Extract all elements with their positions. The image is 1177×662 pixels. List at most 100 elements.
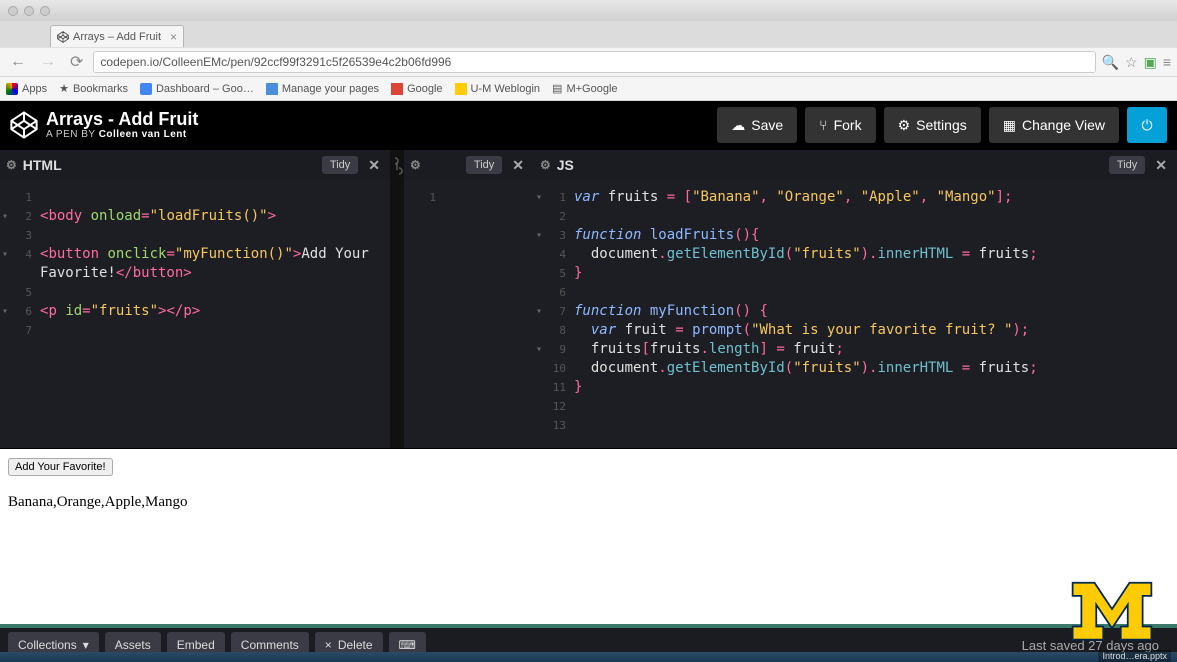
bookmark-label: Bookmarks <box>73 83 128 95</box>
pen-byline: A PEN BY Colleen van Lent <box>46 129 198 140</box>
output-frame: Add Your Favorite! Banana,Orange,Apple,M… <box>0 449 1177 624</box>
button-label: Change View <box>1022 117 1105 133</box>
js-code[interactable]: var fruits = ["Banana", "Orange", "Apple… <box>574 180 1044 448</box>
settings-button[interactable]: ⚙ Settings <box>884 107 981 143</box>
g-icon <box>140 83 152 95</box>
mac-titlebar <box>0 0 1177 21</box>
taskbar-file-label[interactable]: Introd…era.pptx <box>1098 650 1171 662</box>
browser-tab-title: Arrays – Add Fruit <box>73 31 161 43</box>
michigan-logo-icon <box>1067 574 1157 644</box>
mac-max-dot[interactable] <box>40 6 50 16</box>
apps-icon <box>6 83 18 95</box>
pane-close-icon[interactable]: ✕ <box>1151 157 1171 174</box>
bookmark-bookmarks[interactable]: ★ Bookmarks <box>59 82 128 95</box>
codepen-header: Arrays - Add Fruit A PEN BY Colleen van … <box>0 101 1177 149</box>
x-icon: × <box>325 638 332 652</box>
nav-forward-icon[interactable]: → <box>36 53 60 71</box>
cloud-icon: ☁ <box>731 117 745 134</box>
shield-icon[interactable]: ▣ <box>1144 54 1157 71</box>
bookmark-dashboard[interactable]: Dashboard – Goo… <box>140 83 254 95</box>
bookmark-apps[interactable]: Apps <box>6 83 47 95</box>
js-pane-header: ⚙ JS Tidy ✕ <box>534 150 1177 180</box>
bookmark-label: Dashboard – Goo… <box>156 83 254 95</box>
pen-author[interactable]: Colleen van Lent <box>99 129 187 140</box>
bookmarks-bar: Apps ★ Bookmarks Dashboard – Goo… Manage … <box>0 77 1177 101</box>
browser-tab-strip: Arrays – Add Fruit × <box>0 21 1177 47</box>
tidy-button[interactable]: Tidy <box>322 156 358 174</box>
link-icon <box>391 156 403 176</box>
menu-icon[interactable]: ≡ <box>1163 54 1171 70</box>
button-label: Settings <box>916 117 967 133</box>
bookmark-label: M+Google <box>566 83 617 95</box>
tab-close-icon[interactable]: × <box>170 30 177 44</box>
resize-handle[interactable] <box>390 150 404 448</box>
editor-row: ⚙ HTML Tidy ✕ 1 ▾2 3 ▾4 5 ▾6 7 <body onl… <box>0 149 1177 449</box>
um-icon <box>455 83 467 95</box>
nav-back-icon[interactable]: ← <box>6 53 30 71</box>
pane-title: JS <box>557 157 574 173</box>
url-text: codepen.io/ColleenEMc/pen/92ccf99f3291c5… <box>100 55 451 69</box>
codepen-logo-icon[interactable] <box>10 111 38 139</box>
bookmark-umweb[interactable]: U-M Weblogin <box>455 83 541 95</box>
bookmark-label: Apps <box>22 83 47 95</box>
css-code[interactable] <box>444 180 450 448</box>
page-icon <box>266 83 278 95</box>
pane-close-icon[interactable]: ✕ <box>508 157 528 174</box>
bookmark-label: Google <box>407 83 442 95</box>
keyboard-icon: ⌨ <box>399 638 416 652</box>
gutter: 1 ▾2 3 ▾4 5 ▾6 7 <box>0 180 40 448</box>
bookmark-star-icon[interactable]: ☆ <box>1125 54 1138 71</box>
change-view-button[interactable]: ▦ Change View <box>989 107 1119 143</box>
star-icon: ★ <box>59 82 69 95</box>
gutter: ▾1 2 ▾3 4 5 6 ▾7 8 ▾9 10 11 12 13 <box>534 180 574 448</box>
doc-icon: ▤ <box>552 82 562 95</box>
pane-gear-icon[interactable]: ⚙ <box>6 158 17 172</box>
chevron-down-icon: ▾ <box>83 638 89 652</box>
css-pane: ⚙ Tidy ✕ 1 <box>404 150 534 448</box>
html-code[interactable]: <body onload="loadFruits()"> <button onc… <box>40 180 375 448</box>
pane-gear-icon[interactable]: ⚙ <box>540 158 551 172</box>
power-button[interactable]: ⏻ <box>1127 107 1167 143</box>
codepen-favicon-icon <box>57 31 69 43</box>
zoom-icon[interactable]: 🔍 <box>1102 54 1119 71</box>
browser-tab[interactable]: Arrays – Add Fruit × <box>50 25 184 47</box>
power-icon: ⏻ <box>1141 117 1152 134</box>
bookmark-label: Manage your pages <box>282 83 379 95</box>
css-editor[interactable]: 1 <box>404 180 534 448</box>
pane-close-icon[interactable]: ✕ <box>364 157 384 174</box>
pen-title-block: Arrays - Add Fruit A PEN BY Colleen van … <box>46 110 198 141</box>
bookmark-google[interactable]: Google <box>391 83 442 95</box>
fork-button[interactable]: ⑂ Fork <box>805 107 875 143</box>
mac-min-dot[interactable] <box>24 6 34 16</box>
add-favorite-button[interactable]: Add Your Favorite! <box>8 458 113 476</box>
fork-icon: ⑂ <box>819 117 827 133</box>
html-pane-header: ⚙ HTML Tidy ✕ <box>0 150 390 180</box>
mac-close-dot[interactable] <box>8 6 18 16</box>
layout-icon: ▦ <box>1003 117 1016 134</box>
save-button[interactable]: ☁ Save <box>717 107 797 143</box>
url-field[interactable]: codepen.io/ColleenEMc/pen/92ccf99f3291c5… <box>93 51 1095 73</box>
bookmark-manage[interactable]: Manage your pages <box>266 83 379 95</box>
js-editor[interactable]: ▾1 2 ▾3 4 5 6 ▾7 8 ▾9 10 11 12 13 var fr… <box>534 180 1177 448</box>
nav-reload-icon[interactable]: ⟳ <box>66 52 87 72</box>
tidy-button[interactable]: Tidy <box>466 156 502 174</box>
pen-title: Arrays - Add Fruit <box>46 110 198 130</box>
tidy-button[interactable]: Tidy <box>1109 156 1145 174</box>
css-pane-header: ⚙ Tidy ✕ <box>404 150 534 180</box>
button-label: Collections <box>18 638 77 652</box>
codepen-app: Arrays - Add Fruit A PEN BY Colleen van … <box>0 101 1177 662</box>
button-label: Save <box>751 117 783 133</box>
gutter: 1 <box>404 180 444 448</box>
button-label: Fork <box>834 117 862 133</box>
gear-icon: ⚙ <box>898 117 911 134</box>
google-icon <box>391 83 403 95</box>
os-taskbar <box>0 652 1177 662</box>
button-label: Delete <box>338 638 373 652</box>
browser-toolbar: ← → ⟳ codepen.io/ColleenEMc/pen/92ccf99f… <box>0 47 1177 77</box>
bookmark-mgoogle[interactable]: ▤ M+Google <box>552 82 617 95</box>
pane-title: HTML <box>23 157 62 173</box>
html-editor[interactable]: 1 ▾2 3 ▾4 5 ▾6 7 <body onload="loadFruit… <box>0 180 390 448</box>
pane-gear-icon[interactable]: ⚙ <box>410 158 421 172</box>
fruits-output: Banana,Orange,Apple,Mango <box>8 494 1169 511</box>
html-pane: ⚙ HTML Tidy ✕ 1 ▾2 3 ▾4 5 ▾6 7 <body onl… <box>0 150 390 448</box>
